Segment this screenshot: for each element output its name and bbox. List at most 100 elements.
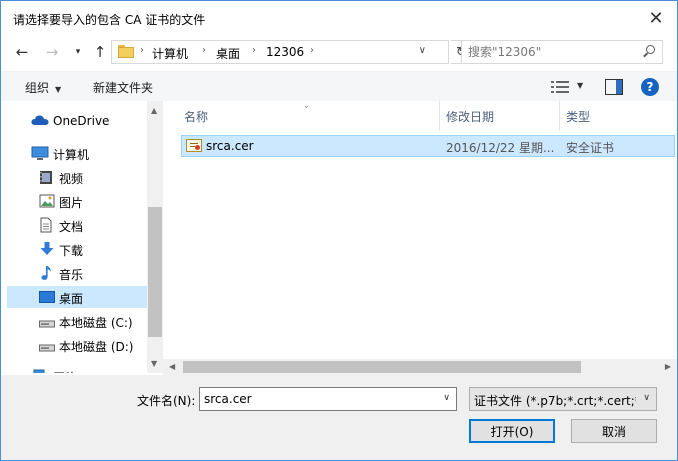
scrollbar-thumb[interactable] (148, 207, 162, 337)
download-icon (39, 241, 55, 255)
sidebar-item-label: OneDrive (53, 114, 110, 128)
preview-pane-icon[interactable] (605, 79, 623, 95)
breadcrumb-desktop[interactable]: 桌面 (216, 45, 240, 62)
scroll-down-icon[interactable]: ▼ (151, 359, 157, 368)
column-header-type[interactable]: 类型 (559, 101, 677, 131)
chevron-right-icon: › (140, 45, 144, 56)
cancel-button[interactable]: 取消 (571, 419, 657, 443)
file-type: 安全证书 (566, 141, 615, 155)
new-folder-label: 新建文件夹 (93, 81, 154, 95)
sidebar-item-label: 图片 (59, 196, 84, 210)
address-dropdown-icon[interactable]: ∨ (419, 45, 426, 56)
filename-label: 文件名(N): (137, 394, 196, 408)
arrow-left-icon: ← (15, 43, 29, 61)
organize-label: 组织 (25, 81, 50, 95)
sidebar-item-label: 本地磁盘 (D:) (59, 340, 134, 354)
folder-icon (118, 45, 134, 58)
sidebar-item-music[interactable]: 音乐 (1, 262, 147, 284)
sidebar-item-label: 桌面 (59, 292, 84, 306)
cancel-button-label: 取消 (601, 424, 626, 439)
computer-icon (31, 146, 49, 160)
chevron-down-icon: ▼ (55, 85, 62, 94)
music-icon (39, 265, 55, 280)
sidebar-item-label: 网络 (53, 369, 77, 373)
forward-button[interactable]: → (41, 41, 63, 63)
scroll-left-icon[interactable]: ◀ (169, 362, 175, 371)
certificate-icon (186, 139, 202, 152)
breadcrumb-12306[interactable]: 12306 (266, 45, 304, 59)
sidebar-item-onedrive[interactable]: OneDrive (1, 110, 147, 132)
sidebar-item-downloads[interactable]: 下载 (1, 238, 147, 260)
file-list: ⌄ 名称 修改日期 类型 srca.cer 2016/12/22 星期... 安… (163, 101, 677, 373)
chevron-down-icon[interactable]: ∨ (643, 393, 650, 403)
sidebar-item-label: 本地磁盘 (C:) (59, 316, 133, 330)
chevron-down-icon[interactable]: ∨ (443, 393, 450, 403)
sidebar-item-network[interactable]: 网络 (1, 365, 147, 373)
sidebar-item-label: 计算机 (53, 148, 90, 162)
scroll-right-icon[interactable]: ▶ (665, 362, 671, 371)
filetype-select[interactable]: 证书文件 (*.p7b;*.crt;*.cert;*.c ∨ (469, 387, 657, 411)
address-bar[interactable]: › 计算机 › 桌面 › 12306 › ∨ (111, 40, 449, 64)
back-button[interactable]: ← (11, 41, 33, 63)
view-options-icon[interactable]: ▼ (577, 81, 583, 90)
horizontal-scrollbar[interactable]: ◀ ▶ (163, 359, 677, 375)
cloud-icon (31, 114, 49, 128)
recent-locations-button[interactable]: ▾ (67, 41, 89, 63)
sidebar-item-desktop[interactable]: 桌面 (7, 286, 147, 308)
search-icon[interactable] (642, 44, 656, 58)
sidebar-item-video[interactable]: 视频 (1, 166, 147, 188)
scrollbar-thumb[interactable] (183, 361, 581, 373)
filetype-value: 证书文件 (*.p7b;*.crt;*.cert;*.c (474, 394, 636, 408)
help-icon[interactable]: ? (641, 78, 659, 96)
navigation-bar: ← → ▾ ↑ › 计算机 › 桌面 › 12306 › ∨ ↻ (1, 37, 677, 67)
new-folder-button[interactable]: 新建文件夹 (93, 79, 153, 96)
file-date: 2016/12/22 星期... (446, 141, 555, 155)
drive-icon (39, 317, 55, 331)
video-icon (39, 170, 55, 184)
sidebar-item-computer[interactable]: 计算机 (1, 142, 147, 164)
sidebar-scrollbar[interactable]: ▲ ▼ (147, 101, 163, 373)
column-header-date[interactable]: 修改日期 (439, 101, 559, 131)
file-name: srca.cer (206, 139, 254, 153)
drive-icon (39, 341, 55, 355)
close-icon: ✕ (648, 7, 664, 29)
dialog-footer: 文件名(N): srca.cer ∨ 证书文件 (*.p7b;*.crt;*.c… (1, 375, 677, 460)
dialog-title: 请选择要导入的包含 CA 证书的文件 (13, 13, 206, 27)
chevron-right-icon[interactable]: › (202, 45, 206, 56)
chevron-right-icon[interactable]: › (252, 45, 256, 56)
scroll-up-icon[interactable]: ▲ (151, 106, 157, 115)
navigation-pane: OneDrive 计算机 视频 图片 文档 下载 音乐 桌面 本地磁盘 (C:)… (1, 101, 163, 373)
open-button[interactable]: 打开(O) (469, 419, 555, 443)
column-header-name[interactable]: 名称 (181, 101, 439, 131)
title-bar: 请选择要导入的包含 CA 证书的文件 ✕ (1, 1, 677, 35)
chevron-right-icon[interactable]: › (310, 45, 314, 56)
filename-value[interactable]: srca.cer (204, 392, 252, 406)
document-icon (39, 217, 55, 233)
search-input[interactable] (468, 44, 638, 60)
sidebar-item-drive-c[interactable]: 本地磁盘 (C:) (1, 310, 147, 332)
arrow-up-icon: ↑ (93, 43, 107, 61)
network-icon (33, 369, 49, 373)
column-header-label: 修改日期 (446, 109, 495, 124)
sidebar-item-label: 视频 (59, 172, 84, 186)
filename-field[interactable]: srca.cer ∨ (199, 387, 457, 411)
sidebar-item-label: 音乐 (59, 268, 84, 282)
close-button[interactable]: ✕ (645, 7, 667, 29)
sidebar-item-documents[interactable]: 文档 (1, 214, 147, 236)
desktop-icon (39, 291, 55, 305)
file-dialog: 请选择要导入的包含 CA 证书的文件 ✕ ← → ▾ ↑ › 计算机 › 桌面 … (0, 0, 678, 461)
search-box[interactable] (461, 40, 663, 64)
breadcrumb-computer[interactable]: 计算机 (152, 45, 188, 62)
sidebar-item-drive-d[interactable]: 本地磁盘 (D:) (1, 334, 147, 356)
up-button[interactable]: ↑ (89, 41, 111, 63)
details-view-icon[interactable] (551, 80, 569, 94)
chevron-down-icon: ▾ (75, 47, 81, 57)
sidebar-item-pictures[interactable]: 图片 (1, 190, 147, 212)
organize-button[interactable]: 组织 ▼ (25, 79, 61, 96)
sidebar-item-label: 下载 (59, 244, 84, 258)
picture-icon (39, 194, 55, 208)
sidebar-item-label: 文档 (59, 220, 84, 234)
command-bar: 组织 ▼ 新建文件夹 ▼ ? (1, 71, 677, 101)
arrow-right-icon: → (45, 43, 59, 61)
file-row[interactable]: srca.cer 2016/12/22 星期... 安全证书 (181, 135, 675, 157)
